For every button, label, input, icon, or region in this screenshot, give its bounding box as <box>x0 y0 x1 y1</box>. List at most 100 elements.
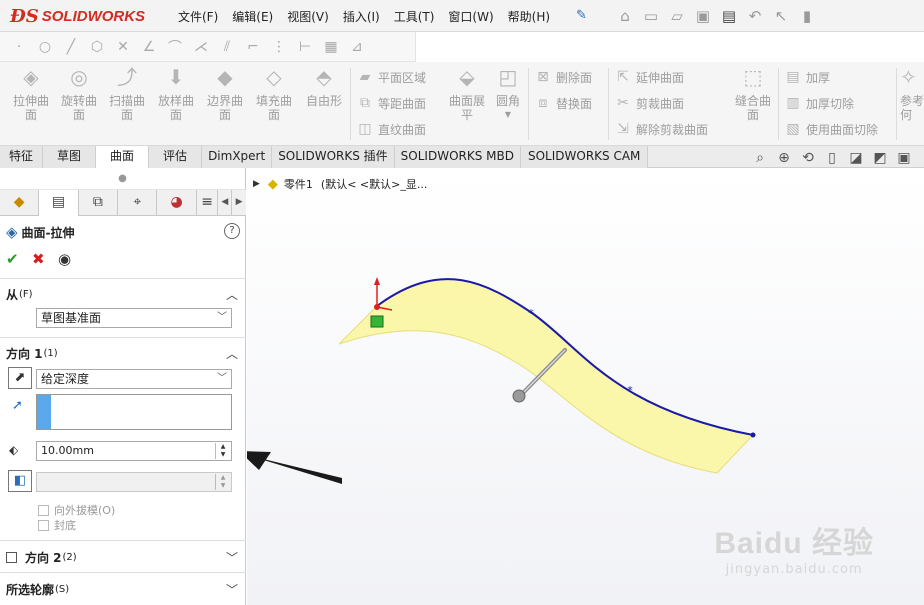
polygon-icon[interactable]: ⬡ <box>84 39 110 55</box>
direction-selection-box[interactable] <box>36 394 232 430</box>
fillet-dropdown-icon[interactable]: ▼ <box>486 108 530 122</box>
fillet-icon[interactable]: ⌒ <box>162 37 188 57</box>
extruded-surface-preview[interactable] <box>338 278 754 474</box>
home-icon[interactable]: ⌂ <box>612 7 638 25</box>
grid-icon[interactable]: ▦ <box>318 39 344 55</box>
collapse-chevron-icon[interactable]: ︿ <box>226 345 238 362</box>
parallel-icon[interactable]: ⫽ <box>214 39 240 55</box>
expand-chevron-icon[interactable]: ﹀ <box>226 549 238 566</box>
collapse-chevron-icon[interactable]: ︿ <box>226 286 238 303</box>
spline-point-icon[interactable]: * <box>627 384 633 397</box>
select-icon[interactable]: ↖ <box>768 7 794 25</box>
boundary-surface-button[interactable]: ◆ 边界曲 面 <box>202 67 248 122</box>
menu-edit[interactable]: 编辑(E) <box>232 8 273 25</box>
knit-surface-button[interactable]: ⬚ 缝合曲 面 <box>730 67 776 122</box>
angle-icon[interactable]: ∠ <box>136 39 162 55</box>
trim-icon[interactable]: ✕ <box>110 39 136 55</box>
save-icon[interactable]: ▣ <box>690 7 716 25</box>
section-view-icon[interactable]: ▯ <box>820 150 844 170</box>
panel-grip-icon[interactable]: ● <box>0 168 245 190</box>
extend-surface-button[interactable]: ⇱ 延伸曲面 <box>612 67 684 87</box>
from-group-header[interactable]: 从 (F) ︿ <box>6 285 240 303</box>
spin-up-icon[interactable]: ▲ <box>216 443 230 451</box>
menu-insert[interactable]: 插入(I) <box>343 8 380 25</box>
tab-addins[interactable]: SOLIDWORKS 插件 <box>272 146 395 168</box>
menu-window[interactable]: 窗口(W) <box>448 8 493 25</box>
fill-surface-button[interactable]: ◇ 填充曲 面 <box>251 67 297 122</box>
expand-chevron-icon[interactable]: ﹀ <box>226 581 238 598</box>
offset-icon[interactable]: ⋌ <box>188 39 214 55</box>
preview-eye-icon[interactable]: ◉ <box>58 250 84 268</box>
tab-dimxpert[interactable]: DimXpert <box>202 146 273 168</box>
revolve-surface-button[interactable]: ◎ 旋转曲 面 <box>56 67 102 122</box>
delete-face-button[interactable]: ⊠ 删除面 <box>532 67 592 87</box>
direction2-checkbox[interactable] <box>6 551 17 563</box>
dynamic-annotation-icon[interactable]: ◪ <box>844 150 868 170</box>
draft-toggle-icon[interactable]: ◧ <box>8 470 32 492</box>
depth-spinner[interactable]: ▲ ▼ <box>215 443 230 459</box>
ruled-surface-button[interactable]: ◫ 直纹曲面 <box>354 119 426 139</box>
spline-endpoint[interactable] <box>750 432 756 438</box>
scroll-right-icon[interactable]: ▶ <box>232 190 246 216</box>
direction1-group-header[interactable]: 方向 1 (1) ︿ <box>6 344 240 362</box>
thicken-button[interactable]: ▤ 加厚 <box>782 67 830 87</box>
menu-tools[interactable]: 工具(T) <box>394 8 435 25</box>
tab-mbd[interactable]: SOLIDWORKS MBD <box>394 146 521 168</box>
fillet-button[interactable]: ◰ 圆角 ▼ <box>486 67 530 122</box>
point-icon[interactable]: · <box>6 39 32 55</box>
tab-cam[interactable]: SOLIDWORKS CAM <box>520 146 649 168</box>
extrude-surface-button[interactable]: ◈ 拉伸曲 面 <box>8 67 54 122</box>
depth-input[interactable]: 10.00mm ▲ ▼ <box>36 441 232 461</box>
tab-evaluate[interactable]: 评估 <box>149 146 203 168</box>
configurationmanager-tab-icon[interactable]: ⧉ <box>79 190 119 216</box>
angle-dim-icon[interactable]: ⊿ <box>344 39 370 55</box>
untrim-surface-button[interactable]: ⇲ 解除剪裁曲面 <box>612 119 708 139</box>
propertymanager-tab-icon[interactable]: ▤ <box>39 190 79 216</box>
end-condition-select[interactable]: 给定深度 ﹀ <box>36 369 232 389</box>
displaymanager-tab-icon[interactable]: ◕ <box>157 190 197 216</box>
menu-file[interactable]: 文件(F) <box>178 8 218 25</box>
new-icon[interactable]: ▭ <box>638 7 664 25</box>
help-icon[interactable]: ? <box>224 223 240 239</box>
selected-contours-group-header[interactable]: 所选轮廓 (S) ﹀ <box>6 580 240 598</box>
from-select[interactable]: 草图基准面 ﹀ <box>36 308 232 328</box>
view-orientation-icon[interactable]: ◩ <box>868 150 892 170</box>
undo-icon[interactable]: ↶ <box>742 7 768 25</box>
replace-face-button[interactable]: ⧈ 替换面 <box>532 93 592 113</box>
reverse-direction-icon[interactable]: ⬈ <box>8 367 32 389</box>
thicken-cut-button[interactable]: ▥ 加厚切除 <box>782 93 854 113</box>
freeform-button[interactable]: ⬘ 自由形 <box>301 67 347 108</box>
display-style-icon[interactable]: ▣ <box>892 150 916 170</box>
cut-with-surface-button[interactable]: ▧ 使用曲面切除 <box>782 119 878 139</box>
menu-view[interactable]: 视图(V) <box>287 8 329 25</box>
print-icon[interactable]: ▤ <box>716 7 742 25</box>
line-icon[interactable]: ╱ <box>58 39 84 55</box>
drag-handle-icon[interactable] <box>512 389 526 403</box>
circle-icon[interactable]: ○ <box>32 39 58 55</box>
more-tabs-icon[interactable]: ≡ <box>197 190 219 216</box>
spline-point-icon[interactable]: * <box>528 307 534 320</box>
coincident-relation-icon[interactable] <box>370 315 384 328</box>
origin-point[interactable] <box>374 304 380 310</box>
direction2-group-header[interactable]: 方向 2 (2) ﹀ <box>6 548 240 566</box>
offset-surface-button[interactable]: ⧉ 等距曲面 <box>354 93 426 113</box>
sweep-surface-button[interactable]: ⤴ 扫描曲 面 <box>104 67 150 122</box>
tab-sketch[interactable]: 草图 <box>43 146 97 168</box>
tab-surfaces[interactable]: 曲面 <box>96 146 150 168</box>
pin-icon[interactable]: ✎ <box>576 8 587 23</box>
solidworks-logo[interactable]: ĐS SOLIDWORKS <box>10 5 145 27</box>
menu-help[interactable]: 帮助(H) <box>508 8 550 25</box>
trim-surface-button[interactable]: ✂ 剪裁曲面 <box>612 93 684 113</box>
spin-down-icon[interactable]: ▼ <box>216 451 230 459</box>
scroll-left-icon[interactable]: ◀ <box>218 190 233 216</box>
tab-features[interactable]: 特征 <box>0 146 44 168</box>
previous-view-icon[interactable]: ⟲ <box>796 150 820 170</box>
planar-region-button[interactable]: ▰ 平面区域 <box>354 67 426 87</box>
rebuild-icon[interactable]: ▮ <box>794 7 820 25</box>
cancel-x-icon[interactable]: ✖ <box>32 250 58 268</box>
graphics-area[interactable]: ▶ ◆ 零件1 (默认< <默认>_显... * * Baidu 经验 jing… <box>247 168 924 605</box>
ok-check-icon[interactable]: ✔ <box>6 250 32 268</box>
loft-surface-button[interactable]: ⬇ 放样曲 面 <box>153 67 199 122</box>
corner-icon[interactable]: ⌐ <box>240 39 266 55</box>
featuremanager-tab-icon[interactable]: ◆ <box>0 190 40 216</box>
